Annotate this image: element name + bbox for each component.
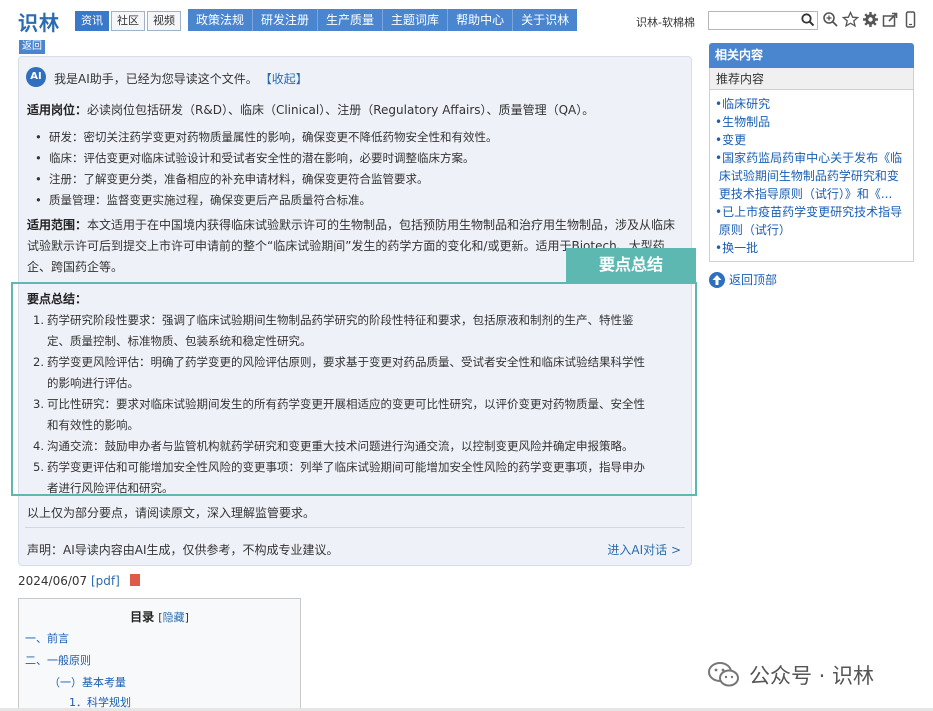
tab-video[interactable]: 视频 [147, 11, 181, 31]
summary-item: 3. 可比性研究：要求对临床试验期间发生的所有药学变更开展相适应的变更可比性研究，… [27, 394, 682, 436]
summary-box: 要点总结： 1. 药学研究阶段性要求：强调了临床试验期间生物制品药学研究的阶段性特… [11, 282, 697, 496]
list-item: 质量管理：监督变更实施过程，确保变更后产品质量符合标准。 [27, 190, 498, 211]
pdf-link[interactable]: [pdf] [91, 574, 120, 588]
toc-bracket: ] [184, 611, 189, 624]
site-logo[interactable]: 识林 [18, 7, 60, 36]
list-item: 研发：密切关注药学变更对药物质量属性的影响，确保变更不降低药物安全性和有效性。 [27, 127, 498, 148]
related-item[interactable]: •临床研究 [715, 95, 910, 113]
list-item: 临床：评估变更对临床试验设计和受试者安全性的潜在影响，必要时调整临床方案。 [27, 148, 498, 169]
zoom-icon[interactable] [822, 11, 839, 28]
summary-line: 定、质量控制、标准物质、包装系统和稳定性研究。 [47, 334, 312, 348]
positions-label: 适用岗位： [27, 103, 88, 117]
summary-line: 者进行风险评估和研究。 [47, 481, 174, 495]
panel-divider [25, 527, 685, 528]
summary-line: 药学变更评估和可能增加安全性风险的变更事项：列举了临床试验期间可能增加安全性风险… [47, 460, 645, 474]
related-content-header: 相关内容 [709, 43, 914, 68]
footer-note: 以上仅为部分要点，请阅读原文，深入理解监管要求。 [27, 506, 316, 520]
summary-item: 4. 沟通交流：鼓励申办者与监管机构就药学研究和变更重大技术问题进行沟通交流，以控… [27, 436, 682, 457]
refresh-link[interactable]: •换一批 [715, 239, 910, 257]
summary-tag: 要点总结 [566, 248, 696, 282]
search-icon[interactable] [800, 12, 816, 28]
summary-list: 1. 药学研究阶段性要求：强调了临床试验期间生物制品药学研究的阶段性特征和要求，包… [27, 310, 682, 499]
summary-line: 药学变更风险评估：明确了药学变更的风险评估原则，要求基于变更对药品质量、受试者安… [47, 355, 645, 369]
wechat-icon [707, 661, 741, 689]
toc-title: 目录 [130, 610, 155, 624]
watermark: 公众号 · 识林 [707, 660, 874, 690]
summary-num: 3. [33, 397, 44, 411]
main-nav: 政策法规 研发注册 生产质量 主题词库 帮助中心 关于识林 [188, 9, 578, 31]
toc-item[interactable]: （一）基本考量 [49, 674, 126, 690]
summary-title: 要点总结： [27, 292, 88, 306]
nav-item-policy[interactable]: 政策法规 [188, 9, 254, 31]
tab-community[interactable]: 社区 [111, 11, 145, 31]
doc-date-line: 2024/06/07 [pdf] [18, 574, 140, 588]
positions-text: 必读岗位包括研发（R&D）、临床（Clinical）、注册（Regulatory… [87, 103, 595, 117]
ai-avatar: AI [26, 67, 46, 87]
enter-ai-chat-link[interactable]: 进入AI对话 > [607, 541, 681, 558]
summary-num: 2. [33, 355, 44, 369]
back-button[interactable]: 返回 [19, 40, 45, 54]
related-content-body: •临床研究 •生物制品 •变更 •国家药监局药审中心关于发布《临 床试验期间生物… [709, 90, 914, 262]
watermark-text: 公众号 · 识林 [749, 664, 875, 688]
nav-item-rd[interactable]: 研发注册 [253, 9, 319, 31]
toc-item[interactable]: 一、前言 [25, 630, 69, 646]
summary-line: 的影响进行评估。 [47, 376, 139, 390]
back-to-top[interactable]: 返回顶部 [709, 271, 777, 288]
related-item[interactable]: •国家药监局药审中心关于发布《临 床试验期间生物制品药学研究和变 更技术指导原则… [715, 149, 910, 203]
list-item: 注册：了解变更分类，准备相应的补充申请材料，确保变更符合监管要求。 [27, 169, 498, 190]
table-of-contents: 目录 [隐藏] 一、前言 二、一般原则 （一）基本考量 1．科学规划 [18, 598, 301, 711]
summary-line: 可比性研究：要求对临床试验期间发生的所有药学变更开展相适应的变更可比性研究，以评… [47, 397, 645, 411]
ai-intro: 我是AI助手，已经为您导读这个文件。 【收起】 [54, 70, 308, 87]
toc-header: 目录 [隐藏] [19, 608, 300, 625]
nav-item-help[interactable]: 帮助中心 [448, 9, 514, 31]
related-item[interactable]: •变更 [715, 131, 910, 149]
toolbar-icons [822, 10, 919, 28]
mobile-icon[interactable] [902, 11, 919, 28]
applicable-positions: 适用岗位：必读岗位包括研发（R&D）、临床（Clinical）、注册（Regul… [27, 100, 594, 121]
summary-line: 和有效性的影响。 [47, 418, 139, 432]
share-icon[interactable] [882, 11, 899, 28]
position-bullets: 研发：密切关注药学变更对药物质量属性的影响，确保变更不降低药物安全性和有效性。 … [27, 127, 498, 211]
summary-num: 4. [33, 439, 44, 453]
summary-item: 1. 药学研究阶段性要求：强调了临床试验期间生物制品药学研究的阶段性特征和要求，包… [27, 310, 682, 352]
summary-item: 2. 药学变更风险评估：明确了药学变更的风险评估原则，要求基于变更对药品质量、受试… [27, 352, 682, 394]
site-tabs: 资讯 社区 视频 [75, 11, 183, 31]
pdf-icon[interactable] [129, 574, 140, 586]
nav-item-quality[interactable]: 生产质量 [318, 9, 384, 31]
related-list: •临床研究 •生物制品 •变更 •国家药监局药审中心关于发布《临 床试验期间生物… [715, 95, 910, 257]
summary-line: 药学研究阶段性要求：强调了临床试验期间生物制品药学研究的阶段性特征和要求，包括原… [47, 313, 634, 327]
nav-item-thesaurus[interactable]: 主题词库 [383, 9, 449, 31]
user-site-name[interactable]: 识林-软棉棉 [636, 14, 695, 30]
doc-date: 2024/06/07 [18, 574, 88, 588]
nav-item-about[interactable]: 关于识林 [513, 9, 577, 31]
toc-hide-link[interactable]: 隐藏 [163, 611, 185, 624]
ai-intro-text: 我是AI助手，已经为您导读这个文件。 [54, 72, 258, 86]
recommended-subheader: 推荐内容 [709, 68, 914, 90]
summary-num: 1. [33, 313, 44, 327]
tab-news[interactable]: 资讯 [75, 11, 109, 31]
gear-icon[interactable] [862, 11, 879, 28]
toc-item[interactable]: 二、一般原则 [25, 652, 91, 668]
disclaimer: 声明：AI导读内容由AI生成，仅供参考，不构成专业建议。 [27, 543, 339, 557]
summary-line: 沟通交流：鼓励申办者与监管机构就药学研究和变更重大技术问题进行沟通交流，以控制变… [47, 439, 634, 453]
back-to-top-label: 返回顶部 [729, 273, 778, 287]
related-item[interactable]: •已上市疫苗药学变更研究技术指导 原则（试行） [715, 203, 910, 239]
scope-label: 适用范围： [27, 218, 88, 232]
summary-num: 5. [33, 460, 44, 474]
up-arrow-icon[interactable] [709, 271, 725, 288]
summary-item: 5. 药学变更评估和可能增加安全性风险的变更事项：列举了临床试验期间可能增加安全性… [27, 457, 682, 499]
related-item[interactable]: •生物制品 [715, 113, 910, 131]
star-icon[interactable] [841, 10, 860, 28]
collapse-link[interactable]: 【收起】 [266, 72, 308, 86]
scope-line-1: 本文适用于在中国境内获得临床试验默示许可的生物制品，包括预防用生物制品和治疗用生… [87, 218, 676, 232]
